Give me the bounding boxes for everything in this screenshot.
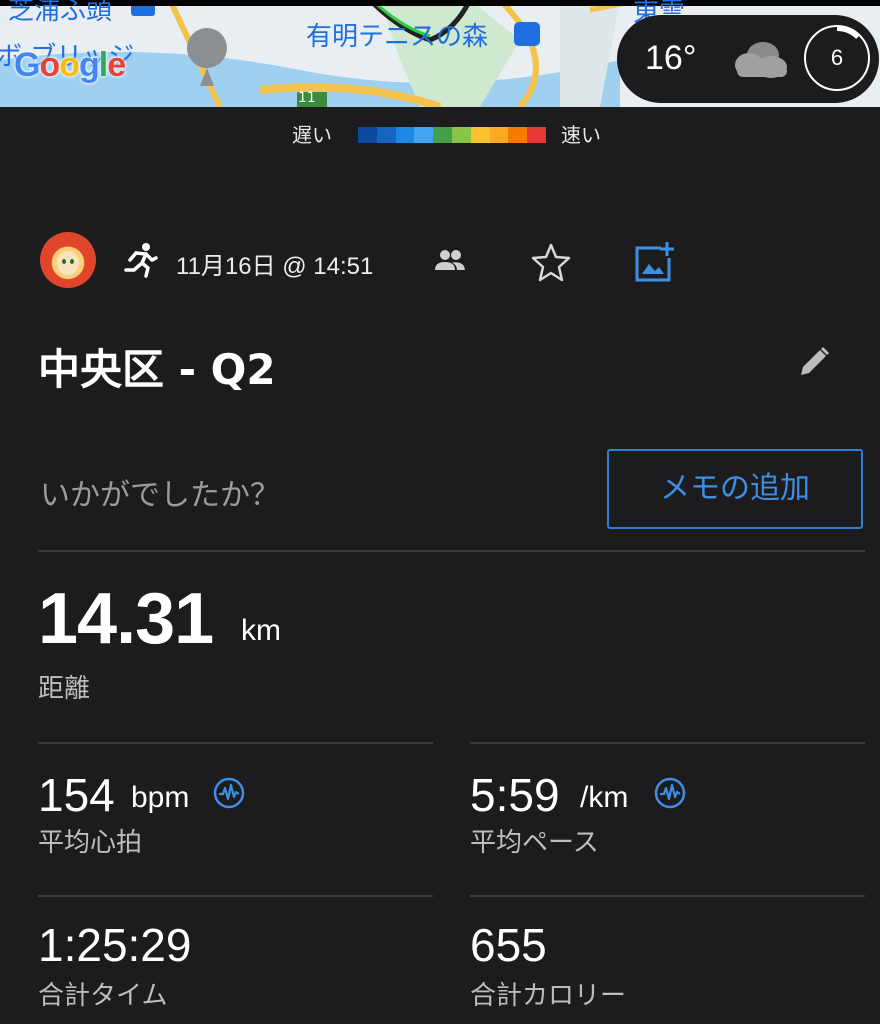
cloud-icon bbox=[735, 42, 787, 78]
activity-header: 11月16日 @ 14:51 bbox=[0, 232, 880, 292]
people-icon[interactable] bbox=[434, 248, 466, 272]
legend-color-segment bbox=[414, 127, 434, 143]
uv-index-value: 6 bbox=[830, 45, 844, 70]
speed-legend: 遅い 速い bbox=[0, 121, 880, 151]
heart-rate-label: 平均心拍 bbox=[38, 828, 143, 858]
legend-fast-label: 速い bbox=[561, 123, 601, 147]
weather-temperature: 16° bbox=[645, 39, 697, 77]
map-label-park: 有明テニスの森 bbox=[306, 22, 489, 52]
legend-color-segment bbox=[489, 127, 509, 143]
distance-label: 距離 bbox=[38, 674, 91, 704]
legend-color-segment bbox=[470, 127, 490, 143]
legend-color-segment bbox=[376, 127, 396, 143]
avatar[interactable] bbox=[40, 232, 96, 288]
total-time-label: 合計タイム bbox=[38, 981, 168, 1011]
heart-rate-value: 154 bbox=[38, 769, 115, 821]
divider bbox=[38, 895, 433, 897]
heart-rate-graph-icon[interactable] bbox=[213, 777, 245, 809]
google-logo: Google bbox=[14, 46, 126, 84]
map-label-top-left: 芝浦ふ頭 bbox=[8, 0, 113, 26]
activity-datetime: 11月16日 @ 14:51 bbox=[176, 253, 374, 280]
legend-color-segment bbox=[451, 127, 471, 143]
add-photo-icon[interactable] bbox=[633, 240, 677, 284]
legend-color-segment bbox=[358, 127, 377, 143]
legend-slow-label: 遅い bbox=[292, 123, 332, 147]
activity-detail-screen: 芝浦ふ頭 ボ ブリッジ 有明テニスの森 11 東雲 Google 16° 6 遅… bbox=[0, 0, 880, 1024]
add-memo-button[interactable]: メモの追加 bbox=[607, 449, 863, 529]
divider bbox=[38, 742, 433, 744]
legend-color-segment bbox=[433, 127, 452, 143]
activity-title: 中央区 - Q2 bbox=[38, 345, 276, 394]
divider bbox=[470, 895, 865, 897]
heart-rate-unit: bpm bbox=[131, 781, 190, 814]
distance-value: 14.31 bbox=[38, 579, 214, 659]
calories-value: 655 bbox=[470, 919, 547, 971]
running-icon bbox=[124, 243, 158, 278]
legend-color-scale bbox=[358, 127, 546, 143]
distance-unit: km bbox=[241, 614, 281, 647]
weather-widget[interactable]: 16° 6 bbox=[617, 15, 879, 103]
edit-pencil-icon[interactable] bbox=[798, 346, 830, 378]
calories-label: 合計カロリー bbox=[470, 981, 627, 1011]
pace-label: 平均ペース bbox=[470, 828, 599, 858]
route-map[interactable]: 芝浦ふ頭 ボ ブリッジ 有明テニスの森 11 東雲 Google 16° 6 bbox=[0, 0, 880, 107]
star-icon[interactable] bbox=[531, 242, 571, 282]
divider bbox=[470, 742, 865, 744]
pace-value: 5:59 bbox=[470, 769, 560, 821]
pace-graph-icon[interactable] bbox=[654, 777, 686, 809]
uv-index-dial: 6 bbox=[803, 24, 871, 92]
divider bbox=[38, 550, 865, 552]
legend-color-segment bbox=[527, 127, 546, 143]
status-bar-edge bbox=[0, 0, 880, 6]
pace-unit: /km bbox=[580, 781, 629, 814]
total-time-value: 1:25:29 bbox=[38, 919, 192, 971]
map-road-number: 11 bbox=[298, 90, 316, 106]
legend-color-segment bbox=[508, 127, 528, 143]
legend-color-segment bbox=[395, 127, 415, 143]
feedback-prompt: いかがでしたか？ bbox=[40, 478, 280, 513]
